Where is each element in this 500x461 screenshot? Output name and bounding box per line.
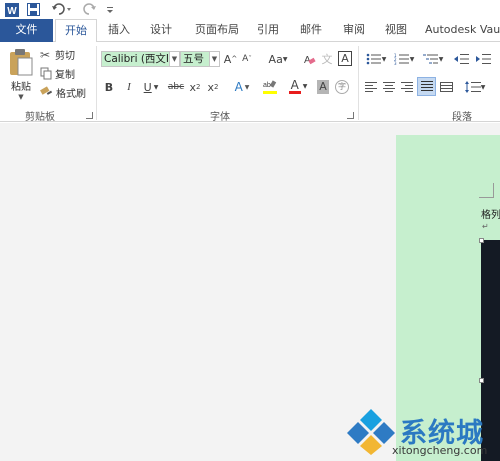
bold-button[interactable]: B bbox=[101, 79, 117, 95]
highlight-color-button[interactable]: ab bbox=[258, 77, 282, 95]
clipboard-dialog-launcher-icon[interactable] bbox=[86, 112, 93, 119]
shrink-font-button[interactable]: Aˇ bbox=[240, 51, 254, 67]
grow-font-button[interactable]: A ^ bbox=[223, 51, 238, 67]
chevron-down-icon: ▼ bbox=[18, 92, 24, 101]
align-left-icon bbox=[365, 81, 377, 92]
redo-icon[interactable] bbox=[82, 2, 98, 17]
paste-button[interactable]: 粘贴 ▼ bbox=[4, 46, 38, 102]
text-effects-button[interactable]: A ▼ bbox=[231, 79, 253, 95]
subscript-button[interactable]: x2 bbox=[188, 79, 202, 95]
tab-insert[interactable]: 插入 bbox=[101, 19, 137, 42]
format-painter-label: 格式刷 bbox=[56, 89, 86, 100]
copy-label: 复制 bbox=[55, 70, 75, 81]
highlighter-icon: ab bbox=[263, 79, 277, 89]
resize-handle[interactable] bbox=[479, 238, 484, 243]
distributed-icon bbox=[439, 81, 453, 92]
strikethrough-button[interactable]: abc bbox=[167, 79, 185, 95]
title-bar: W bbox=[0, 0, 500, 19]
tab-file[interactable]: 文件 bbox=[0, 19, 53, 42]
svg-text:3: 3 bbox=[394, 61, 397, 65]
svg-text:W: W bbox=[7, 6, 17, 17]
xitongcheng-logo-icon bbox=[347, 409, 395, 455]
paintbrush-icon bbox=[40, 86, 53, 95]
align-left-button[interactable] bbox=[363, 79, 379, 95]
clipboard-group-label: 剪贴板 bbox=[25, 112, 55, 123]
align-center-icon bbox=[383, 81, 395, 92]
group-separator bbox=[96, 46, 97, 120]
format-painter-button[interactable]: 格式刷 bbox=[40, 84, 92, 101]
enclose-characters-button[interactable]: 字 bbox=[334, 79, 350, 95]
ribbon-tabs: 文件 开始 插入 设计 页面布局 引用 邮件 审阅 视图 Autodesk Va… bbox=[0, 19, 500, 43]
group-separator bbox=[358, 46, 359, 120]
cut-label: 剪切 bbox=[55, 51, 75, 62]
character-border-button[interactable]: A bbox=[338, 50, 352, 67]
resize-handle[interactable] bbox=[479, 378, 484, 383]
watermark-url: xitongcheng.com bbox=[392, 444, 488, 457]
margin-corner-mark bbox=[479, 183, 494, 198]
clipboard-icon bbox=[10, 48, 33, 75]
increase-indent-button[interactable] bbox=[474, 51, 492, 67]
tab-design[interactable]: 设计 bbox=[143, 19, 179, 42]
decrease-indent-icon bbox=[453, 54, 469, 64]
scissors-icon: ✂ bbox=[40, 47, 51, 62]
copy-icon bbox=[40, 67, 52, 80]
font-dialog-launcher-icon[interactable] bbox=[347, 112, 354, 119]
underline-button[interactable]: U ▼ bbox=[140, 79, 162, 95]
align-center-button[interactable] bbox=[381, 79, 397, 95]
copy-button[interactable]: 复制 bbox=[40, 65, 86, 82]
character-shading-button[interactable]: A bbox=[316, 79, 330, 95]
align-right-icon bbox=[401, 81, 413, 92]
change-case-button[interactable]: Aa ▼ bbox=[266, 51, 290, 67]
tab-page-layout[interactable]: 页面布局 bbox=[188, 19, 246, 42]
document-area[interactable]: 格列 ↵ 系统城 xitongcheng.com bbox=[0, 123, 500, 461]
font-name-combo[interactable]: Calibri (西文I bbox=[101, 51, 170, 67]
tab-view[interactable]: 视图 bbox=[380, 19, 412, 42]
tab-mailings[interactable]: 邮件 bbox=[295, 19, 327, 42]
bullets-button[interactable]: ▼ bbox=[363, 51, 389, 67]
cut-button[interactable]: ✂ 剪切 bbox=[40, 46, 86, 63]
increase-indent-icon bbox=[475, 54, 491, 64]
save-icon[interactable] bbox=[26, 2, 41, 17]
tab-references[interactable]: 引用 bbox=[252, 19, 284, 42]
superscript-button[interactable]: x2 bbox=[206, 79, 220, 95]
phonetic-guide-button[interactable]: 文 bbox=[320, 51, 334, 67]
tab-review[interactable]: 审阅 bbox=[338, 19, 370, 42]
document-text: 格列 bbox=[481, 210, 500, 221]
customize-icon[interactable] bbox=[105, 2, 115, 17]
eraser-icon: A bbox=[304, 55, 316, 66]
undo-icon[interactable] bbox=[50, 2, 74, 17]
font-group-label: 字体 bbox=[210, 112, 230, 123]
distributed-button[interactable] bbox=[438, 79, 454, 95]
line-spacing-button[interactable]: ▼ bbox=[462, 79, 488, 95]
font-name-dropdown[interactable]: ▼ bbox=[170, 51, 180, 67]
svg-text:ab: ab bbox=[263, 82, 271, 89]
paragraph-mark-icon: ↵ bbox=[482, 222, 489, 231]
justify-button[interactable] bbox=[417, 77, 436, 96]
font-size-dropdown[interactable]: ▼ bbox=[210, 51, 220, 67]
clear-formatting-button[interactable]: A bbox=[302, 51, 316, 67]
ribbon: 粘贴 ▼ ✂ 剪切 复制 格式刷 剪贴板 Calibri (西文I ▼ 五号 ▼… bbox=[0, 42, 500, 123]
font-size-combo[interactable]: 五号 bbox=[180, 51, 210, 67]
align-right-button[interactable] bbox=[399, 79, 415, 95]
bullet-list-icon bbox=[366, 53, 381, 65]
multilevel-list-icon bbox=[422, 54, 438, 64]
tab-home[interactable]: 开始 bbox=[55, 19, 97, 43]
line-spacing-icon bbox=[464, 81, 481, 93]
italic-button[interactable]: I bbox=[121, 79, 137, 95]
multilevel-list-button[interactable]: ▼ bbox=[420, 51, 446, 67]
numbered-list-icon: 123 bbox=[394, 53, 409, 65]
decrease-indent-button[interactable] bbox=[452, 51, 470, 67]
numbering-button[interactable]: 123 ▼ bbox=[391, 51, 417, 67]
paragraph-group-label: 段落 bbox=[452, 112, 472, 123]
justify-icon bbox=[420, 81, 433, 91]
tab-autodesk-vault[interactable]: Autodesk Vau bbox=[425, 19, 500, 42]
word-logo-icon[interactable]: W bbox=[4, 2, 19, 17]
font-color-button[interactable]: A ▼ bbox=[286, 77, 310, 95]
paste-label: 粘贴 bbox=[11, 81, 31, 93]
